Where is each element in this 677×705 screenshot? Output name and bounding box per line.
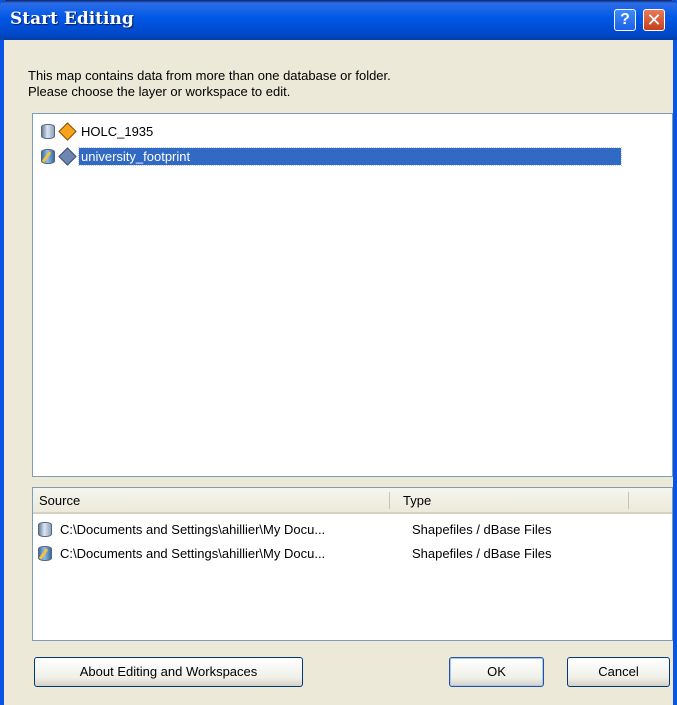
- layer-icon-blue: [58, 146, 77, 166]
- layer-icon-orange: [58, 121, 77, 141]
- list-item[interactable]: C:\Documents and Settings\ahillier\My Do…: [38, 519, 612, 539]
- tree-item-holc-1935[interactable]: HOLC_1935: [41, 121, 155, 141]
- column-divider[interactable]: [389, 492, 390, 509]
- instruction-line-1: This map contains data from more than on…: [28, 68, 391, 83]
- instruction-message: This map contains data from more than on…: [28, 68, 391, 100]
- editable-database-icon: [38, 545, 52, 561]
- layer-tree[interactable]: HOLC_1935 university_footprint: [32, 113, 673, 477]
- start-editing-dialog: Start Editing ? ✕ This map contains data…: [0, 0, 677, 705]
- database-icon: [38, 521, 52, 537]
- instruction-line-2: Please choose the layer or workspace to …: [28, 84, 291, 99]
- dialog-title: Start Editing: [10, 9, 134, 29]
- tree-item-label: university_footprint: [78, 146, 622, 166]
- close-button[interactable]: ✕: [643, 9, 665, 31]
- tree-item-university-footprint[interactable]: university_footprint: [41, 146, 622, 166]
- title-bar[interactable]: Start Editing ? ✕: [0, 0, 677, 40]
- list-item[interactable]: C:\Documents and Settings\ahillier\My Do…: [38, 543, 612, 563]
- cancel-button[interactable]: Cancel: [567, 657, 670, 687]
- column-divider[interactable]: [628, 492, 629, 509]
- editable-database-icon: [41, 148, 55, 164]
- type-cell: Shapefiles / dBase Files: [412, 521, 552, 537]
- source-cell: C:\Documents and Settings\ahillier\My Do…: [60, 545, 326, 561]
- help-button[interactable]: ?: [614, 9, 636, 31]
- column-header-source[interactable]: Source: [39, 493, 80, 508]
- tree-item-label: HOLC_1935: [81, 123, 154, 139]
- database-icon: [41, 123, 55, 139]
- source-cell: C:\Documents and Settings\ahillier\My Do…: [60, 521, 326, 537]
- type-cell: Shapefiles / dBase Files: [412, 545, 552, 561]
- about-editing-button[interactable]: About Editing and Workspaces: [34, 657, 303, 687]
- list-header: Source Type: [33, 488, 672, 514]
- ok-button[interactable]: OK: [449, 657, 544, 687]
- workspace-list[interactable]: Source Type C:\Documents and Settings\ah…: [32, 487, 673, 641]
- column-header-type[interactable]: Type: [403, 493, 431, 508]
